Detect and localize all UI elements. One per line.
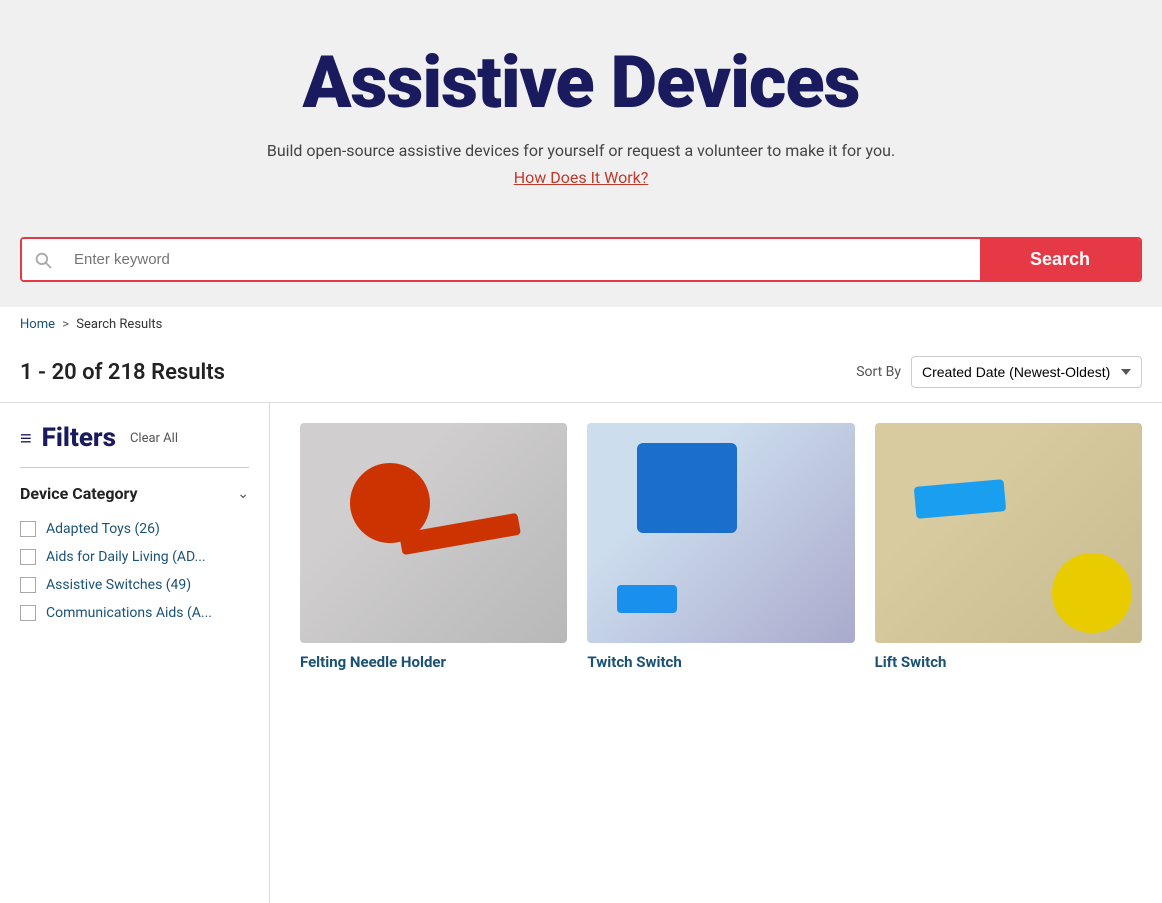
search-icon — [34, 251, 52, 269]
filter-item-adapted-toys[interactable]: Adapted Toys (26) — [20, 515, 249, 543]
search-bar-wrapper: Search — [0, 217, 1162, 307]
hero-section: Assistive Devices Build open-source assi… — [0, 0, 1162, 217]
product-card-felting[interactable]: Felting Needle Holder — [300, 423, 567, 671]
filters-title: Filters — [42, 423, 116, 453]
breadcrumb-home-link[interactable]: Home — [20, 317, 55, 332]
sidebar-divider — [20, 467, 249, 468]
filter-label: Assistive Switches (49) — [46, 577, 191, 593]
filter-checkbox-adapted-toys[interactable] — [20, 521, 36, 537]
category-header: Device Category ⌄ — [20, 484, 249, 503]
clear-all-button[interactable]: Clear All — [130, 431, 178, 446]
filter-label: Communications Aids (A... — [46, 605, 212, 621]
product-image-twitch — [587, 423, 854, 643]
how-does-it-work-link[interactable]: How Does It Work? — [514, 168, 649, 187]
filters-header: ≡ Filters Clear All — [20, 423, 249, 453]
filter-checkbox-comms[interactable] — [20, 605, 36, 621]
breadcrumb-separator: > — [62, 317, 69, 332]
breadcrumb: Home > Search Results — [0, 307, 1162, 342]
chevron-down-icon[interactable]: ⌄ — [237, 486, 249, 502]
search-button[interactable]: Search — [980, 239, 1140, 280]
filter-item-assistive-switches[interactable]: Assistive Switches (49) — [20, 571, 249, 599]
search-bar: Search — [20, 237, 1142, 282]
hero-subtitle: Build open-source assistive devices for … — [20, 141, 1142, 160]
results-count: 1 - 20 of 218 Results — [20, 360, 225, 385]
product-name-twitch[interactable]: Twitch Switch — [587, 653, 854, 671]
product-name-felting[interactable]: Felting Needle Holder — [300, 653, 567, 671]
product-name-lift[interactable]: Lift Switch — [875, 653, 1142, 671]
sort-area: Sort By Created Date (Newest-Oldest) Cre… — [856, 356, 1142, 388]
search-icon-wrap — [22, 239, 64, 280]
device-category-label: Device Category — [20, 484, 138, 503]
sort-select[interactable]: Created Date (Newest-Oldest) Created Dat… — [911, 356, 1142, 388]
breadcrumb-current: Search Results — [76, 317, 162, 332]
sort-label: Sort By — [856, 364, 901, 380]
product-image-lift — [875, 423, 1142, 643]
filter-label: Aids for Daily Living (AD... — [46, 549, 206, 565]
filter-item-aids-daily-living[interactable]: Aids for Daily Living (AD... — [20, 543, 249, 571]
page-title: Assistive Devices — [20, 40, 1142, 125]
sidebar: ≡ Filters Clear All Device Category ⌄ Ad… — [20, 403, 270, 903]
filter-checkbox-aids[interactable] — [20, 549, 36, 565]
product-card-twitch[interactable]: Twitch Switch — [587, 423, 854, 671]
filter-icon: ≡ — [20, 426, 32, 451]
filter-item-communications-aids[interactable]: Communications Aids (A... — [20, 599, 249, 627]
product-area: Felting Needle Holder Twitch Switch Lift… — [270, 403, 1142, 903]
search-input[interactable] — [64, 239, 980, 280]
filter-label: Adapted Toys (26) — [46, 521, 160, 537]
main-layout: ≡ Filters Clear All Device Category ⌄ Ad… — [0, 403, 1162, 903]
results-header: 1 - 20 of 218 Results Sort By Created Da… — [0, 342, 1162, 403]
product-card-lift[interactable]: Lift Switch — [875, 423, 1142, 671]
product-image-felting — [300, 423, 567, 643]
product-grid: Felting Needle Holder Twitch Switch Lift… — [300, 423, 1142, 671]
filter-checkbox-switches[interactable] — [20, 577, 36, 593]
